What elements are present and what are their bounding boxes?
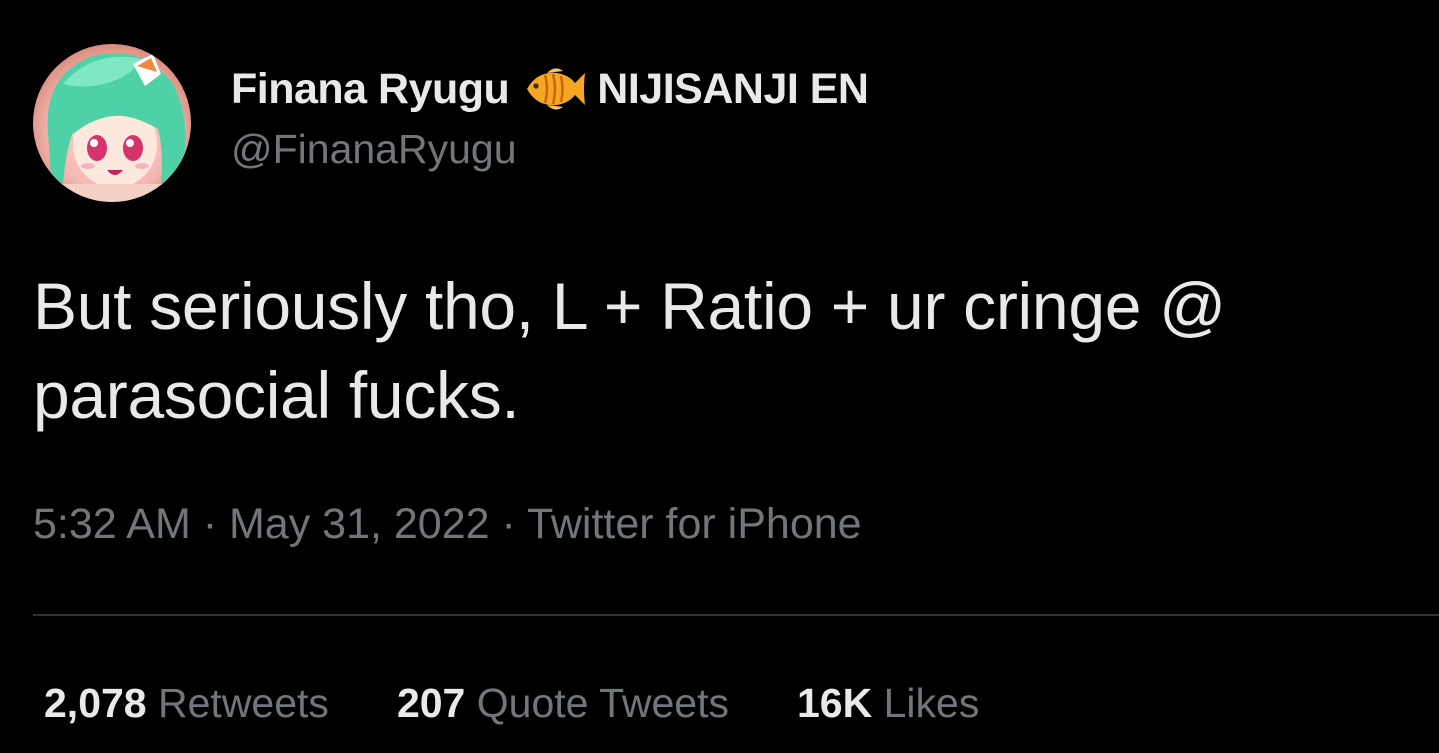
likes-stat[interactable]: 16K Likes bbox=[797, 680, 979, 727]
quote-tweets-stat[interactable]: 207 Quote Tweets bbox=[397, 680, 729, 727]
author-info: Finana Ryugu NIJISANJI EN @FinanaRyugu bbox=[231, 60, 869, 173]
author-name-row[interactable]: Finana Ryugu NIJISANJI EN bbox=[231, 60, 869, 118]
quote-tweets-count: 207 bbox=[396, 680, 466, 726]
likes-label: Likes bbox=[883, 680, 980, 726]
user-handle[interactable]: @FinanaRyugu bbox=[231, 126, 869, 173]
tweet-metadata: 5:32 AM · May 31, 2022 · Twitter for iPh… bbox=[33, 500, 862, 549]
tweet-date[interactable]: May 31, 2022 bbox=[229, 500, 490, 548]
avatar[interactable] bbox=[33, 44, 191, 202]
tweet-text: But seriously tho, L + Ratio + ur cringe… bbox=[33, 269, 1226, 432]
retweets-stat[interactable]: 2,078 Retweets bbox=[44, 680, 329, 727]
quote-tweets-label: Quote Tweets bbox=[476, 680, 729, 726]
retweets-count: 2,078 bbox=[44, 680, 147, 726]
tweet-source[interactable]: Twitter for iPhone bbox=[527, 500, 862, 548]
avatar-image bbox=[33, 44, 191, 202]
retweets-label: Retweets bbox=[158, 680, 329, 726]
name-suffix: NIJISANJI EN bbox=[597, 64, 869, 113]
likes-count: 16K bbox=[797, 680, 873, 726]
engagement-stats: 2,078 Retweets 207 Quote Tweets 16K Like… bbox=[44, 680, 979, 727]
divider bbox=[33, 614, 1439, 616]
display-name[interactable]: Finana Ryugu bbox=[231, 65, 510, 114]
meta-separator: · bbox=[190, 500, 229, 548]
tropical-fish-icon bbox=[523, 65, 587, 113]
tweet-time[interactable]: 5:32 AM bbox=[33, 500, 191, 548]
meta-separator: · bbox=[489, 500, 527, 548]
